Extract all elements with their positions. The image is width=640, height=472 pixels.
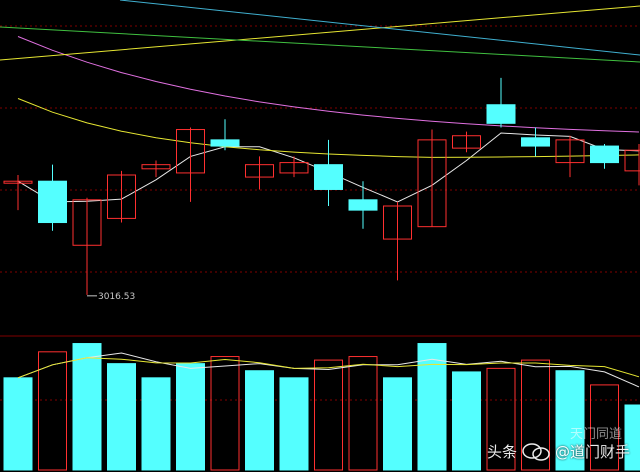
volume-bar xyxy=(210,356,240,471)
candle-body xyxy=(624,149,640,172)
volume-bar xyxy=(452,371,481,471)
candle-body xyxy=(348,199,378,211)
volume-bar xyxy=(417,343,447,471)
volume-bar xyxy=(314,359,343,471)
volume-bar xyxy=(176,363,205,471)
candlestick-chart: 3016.53 xyxy=(0,0,640,471)
volume-bar xyxy=(3,377,33,471)
volume-bar xyxy=(245,370,274,471)
ma-long-cyan-line xyxy=(119,0,640,56)
volume-bar xyxy=(348,356,378,471)
watermark-handle: @道门财手 xyxy=(554,443,630,461)
volume-bar xyxy=(279,377,309,471)
volume-bar xyxy=(38,351,67,471)
volume-bar xyxy=(383,377,412,471)
watermark-prefix: 头条 xyxy=(486,443,517,461)
watermark: 头条 @道门财手 xyxy=(487,441,630,462)
candle-body xyxy=(210,139,240,147)
candle-body xyxy=(590,145,619,164)
volume-bar xyxy=(107,363,136,471)
low-annotation: 3016.53 xyxy=(87,292,135,302)
volume-bar xyxy=(141,377,171,471)
candle-body xyxy=(486,104,516,124)
candle-body xyxy=(521,137,550,147)
ma-long-yellow-line xyxy=(0,5,640,61)
watermark-faint-text: 天门同道 xyxy=(569,427,622,442)
volume-bar xyxy=(72,343,102,471)
candle-body xyxy=(38,180,67,224)
chat-bubble-icon xyxy=(522,442,550,461)
low-label: 3016.53 xyxy=(98,292,135,302)
candle-body xyxy=(314,164,343,190)
